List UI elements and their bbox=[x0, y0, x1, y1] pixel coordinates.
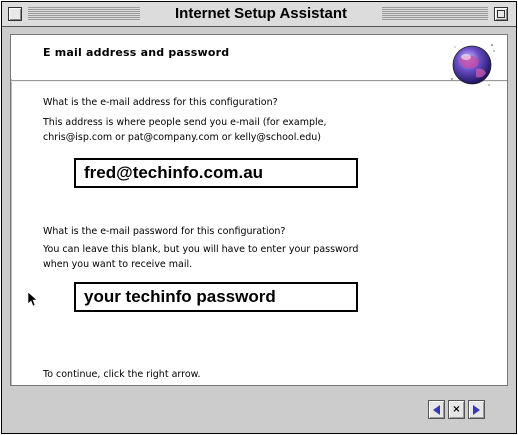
content-panel: E mail address and password What is the … bbox=[10, 34, 508, 386]
email-help-text: This address is where people send you e-… bbox=[43, 117, 327, 143]
mouse-pointer-icon bbox=[27, 291, 37, 307]
continue-instruction: To continue, click the right arrow. bbox=[43, 369, 201, 380]
setup-assistant-window: Internet Setup Assistant E mail address … bbox=[1, 1, 517, 434]
email-address-field[interactable]: fred@techinfo.com.au bbox=[74, 158, 358, 188]
title-bar[interactable]: Internet Setup Assistant bbox=[2, 2, 516, 27]
forward-arrow-button[interactable] bbox=[468, 400, 485, 419]
password-question: What is the e-mail password for this con… bbox=[43, 226, 286, 237]
section-header: E mail address and password bbox=[11, 35, 507, 79]
x-icon: × bbox=[452, 403, 461, 415]
title-bar-stripes-right bbox=[382, 7, 488, 21]
email-password-field[interactable]: your techinfo password bbox=[74, 282, 358, 312]
header-divider bbox=[11, 80, 507, 82]
window-title: Internet Setup Assistant bbox=[140, 4, 382, 24]
right-arrow-icon bbox=[473, 404, 480, 415]
close-box-button[interactable] bbox=[8, 7, 22, 21]
zoom-box-button[interactable] bbox=[494, 7, 508, 21]
back-arrow-button[interactable] bbox=[428, 400, 445, 419]
section-title: E mail address and password bbox=[43, 46, 230, 59]
left-arrow-icon bbox=[433, 404, 440, 415]
globe-icon bbox=[451, 44, 495, 86]
title-bar-stripes-left bbox=[28, 7, 140, 21]
cancel-button[interactable]: × bbox=[448, 400, 465, 419]
navigation-footer: × bbox=[2, 391, 516, 433]
email-question: What is the e-mail address for this conf… bbox=[43, 97, 278, 108]
password-help-text: You can leave this blank, but you will h… bbox=[43, 244, 359, 270]
